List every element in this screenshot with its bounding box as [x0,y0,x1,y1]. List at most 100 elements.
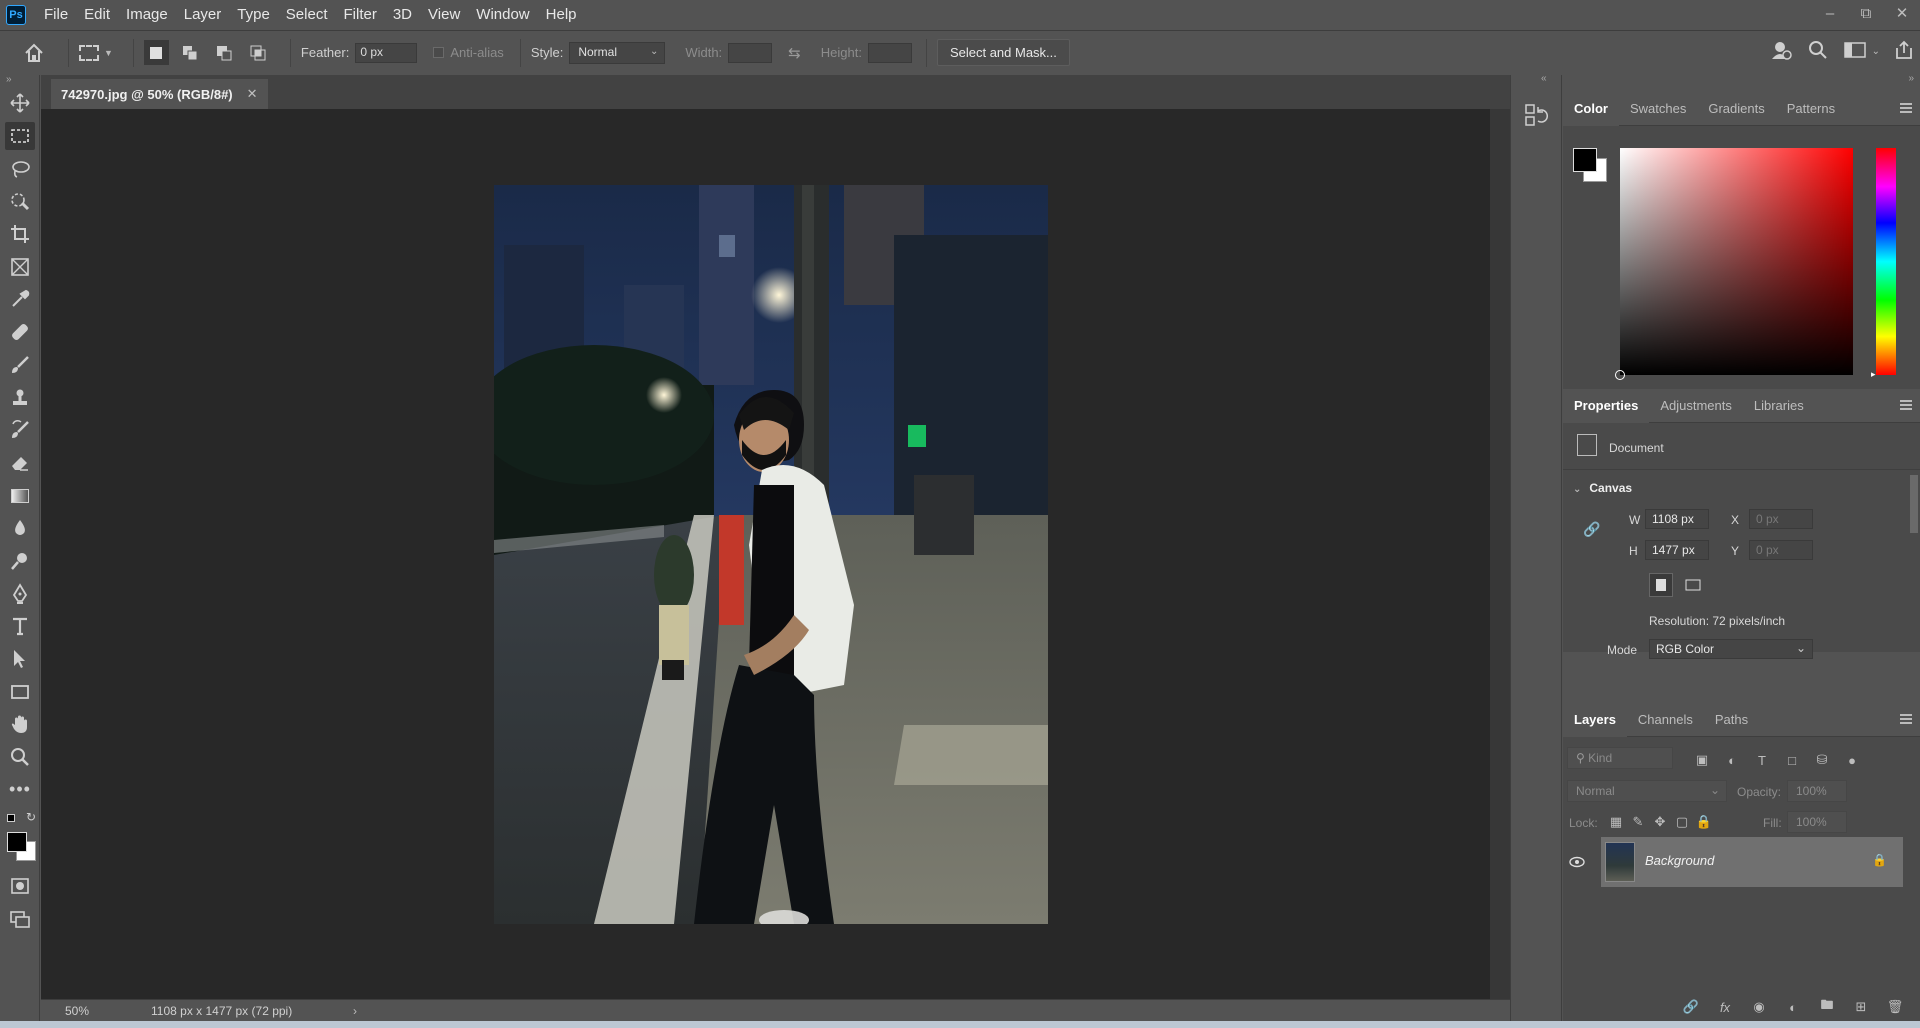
panel-menu-icon[interactable] [1900,714,1912,724]
filter-adjustment-icon[interactable]: ◐ [1721,749,1743,771]
document-tab[interactable]: 742970.jpg @ 50% (RGB/8#) ✕ [51,79,268,109]
history-panel-icon[interactable] [1524,103,1548,127]
close-icon[interactable]: ✕ [247,86,258,102]
intersect-selection-button[interactable] [246,40,271,65]
move-tool[interactable] [0,87,40,120]
chevron-right-icon[interactable]: › [353,1004,357,1018]
add-mask-icon[interactable]: ◉ [1748,996,1770,1018]
fill-input[interactable]: 100% [1787,811,1847,833]
blur-tool[interactable] [0,512,40,545]
filter-shape-icon[interactable]: □ [1781,749,1803,771]
home-icon[interactable] [10,42,58,64]
menu-file[interactable]: File [36,0,76,29]
canvas-y-input[interactable]: 0 px [1749,540,1813,560]
crop-tool[interactable] [0,218,40,251]
panel-menu-icon[interactable] [1900,400,1912,410]
default-colors-icon[interactable] [7,814,15,823]
document-image[interactable] [494,185,1048,924]
feather-input[interactable]: 0 px [355,42,418,63]
canvas-height-input[interactable]: 1477 px [1645,540,1709,560]
tab-properties[interactable]: Properties [1563,388,1650,423]
gradient-tool[interactable] [0,479,40,512]
filter-smart-object-icon[interactable]: ⛁ [1811,749,1833,771]
foreground-color-swatch[interactable] [7,832,27,853]
vertical-scrollbar[interactable] [1490,109,1510,999]
zoom-tool[interactable] [0,741,40,774]
filter-toggle-icon[interactable]: ● [1841,749,1863,771]
color-picker-field[interactable] [1615,148,1853,380]
document-info[interactable]: 1108 px x 1477 px (72 ppi) [113,1004,353,1018]
search-icon[interactable] [1808,40,1828,63]
link-dimensions-icon[interactable]: 🔗 [1583,521,1600,538]
select-and-mask-button[interactable]: Select and Mask... [936,39,1070,66]
width-input[interactable] [728,42,773,63]
rectangle-tool[interactable] [0,675,40,708]
lock-all-icon[interactable]: 🔒 [1693,811,1715,833]
lock-paint-icon[interactable]: ✎ [1627,811,1649,833]
share-user-icon[interactable] [1770,39,1792,64]
mode-dropdown[interactable]: RGB Color ⌄ [1649,639,1813,659]
new-layer-icon[interactable]: ⊞ [1850,996,1872,1018]
layer-filter-dropdown[interactable]: ⚲ Kind [1567,747,1673,769]
tool-preset-picker[interactable]: ▼ [79,44,113,61]
visibility-eye-icon[interactable] [1563,837,1591,887]
share-icon[interactable] [1894,40,1914,63]
menu-window[interactable]: Window [468,0,537,29]
quick-mask-icon[interactable] [0,870,40,903]
menu-layer[interactable]: Layer [176,0,230,29]
new-group-icon[interactable]: 🖿 [1816,996,1838,1018]
tab-patterns[interactable]: Patterns [1776,92,1846,126]
hue-slider[interactable]: ▸ [1871,148,1896,379]
eraser-tool[interactable] [0,447,40,480]
menu-edit[interactable]: Edit [76,0,118,29]
zoom-level[interactable]: 50% [41,1004,113,1018]
canvas-width-input[interactable]: 1108 px [1645,509,1709,529]
tab-swatches[interactable]: Swatches [1619,92,1697,126]
tab-channels[interactable]: Channels [1627,703,1704,737]
menu-image[interactable]: Image [118,0,176,29]
brush-tool[interactable] [0,349,40,382]
foreground-color-chip[interactable] [1573,148,1597,172]
landscape-orientation-button[interactable] [1681,573,1705,597]
screen-mode-icon[interactable] [0,903,40,936]
menu-type[interactable]: Type [229,0,278,29]
canvas-x-input[interactable]: 0 px [1749,509,1813,529]
healing-brush-tool[interactable] [0,316,40,349]
restore-icon[interactable]: ⧉ [1848,0,1884,26]
hand-tool[interactable] [0,708,40,741]
swap-colors-icon[interactable]: ↻ [26,810,36,824]
tab-color[interactable]: Color [1563,91,1619,126]
edit-toolbar-icon[interactable]: ••• [0,773,40,806]
type-tool[interactable] [0,610,40,643]
history-brush-tool[interactable] [0,414,40,447]
tab-libraries[interactable]: Libraries [1743,389,1815,423]
antialias-checkbox[interactable] [433,47,445,58]
collapse-toolbar-icon[interactable]: » [0,75,39,87]
path-selection-tool[interactable] [0,643,40,676]
collapse-dock-icon[interactable]: « [1541,73,1547,84]
collapse-panels-icon[interactable]: » [1908,73,1914,84]
height-input[interactable] [867,42,912,63]
eyedropper-tool[interactable] [0,283,40,316]
add-to-selection-button[interactable] [178,40,203,65]
filter-pixel-icon[interactable]: ▣ [1691,749,1713,771]
link-layers-icon[interactable]: 🔗 [1680,996,1702,1018]
close-icon[interactable]: ✕ [1884,0,1920,26]
new-selection-button[interactable] [143,40,169,65]
dodge-tool[interactable] [0,545,40,578]
menu-filter[interactable]: Filter [336,0,385,29]
blend-mode-dropdown[interactable]: Normal ⌄ [1567,780,1727,802]
delete-layer-icon[interactable]: 🗑 [1884,996,1906,1018]
filter-type-icon[interactable]: T [1751,749,1773,771]
workspace-icon[interactable] [1843,40,1866,63]
chevron-down-icon[interactable]: ⌄ [1872,46,1880,57]
panel-menu-icon[interactable] [1900,103,1912,113]
clone-stamp-tool[interactable] [0,381,40,414]
layer-row[interactable]: Background 🔒 [1601,837,1903,887]
menu-3d[interactable]: 3D [385,0,420,29]
tab-adjustments[interactable]: Adjustments [1649,389,1743,423]
lasso-tool[interactable] [0,152,40,185]
minimize-icon[interactable]: – [1812,0,1848,26]
rectangular-marquee-tool[interactable] [0,120,40,153]
adjustment-layer-icon[interactable]: ◐ [1782,996,1804,1018]
